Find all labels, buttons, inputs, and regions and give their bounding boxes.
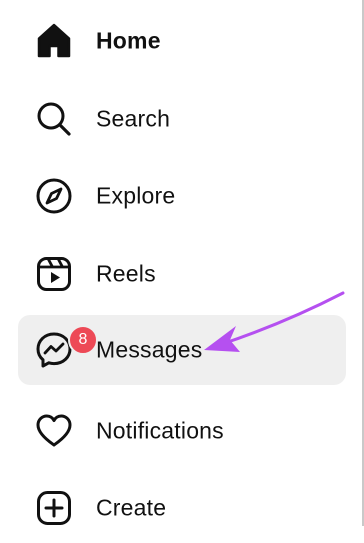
heart-icon xyxy=(34,411,74,451)
compass-icon xyxy=(34,176,74,216)
nav-item-label: Search xyxy=(96,105,171,132)
nav-item-label: Messages xyxy=(96,336,203,363)
nav-item-label: Create xyxy=(96,494,167,521)
reels-icon xyxy=(34,254,74,294)
nav-item-label: Notifications xyxy=(96,417,224,444)
annotation-arrow xyxy=(204,291,345,352)
nav-item-explore[interactable]: Explore xyxy=(18,161,346,231)
nav-item-search[interactable]: Search xyxy=(18,84,346,154)
notification-badge: 8 xyxy=(68,325,98,355)
home-icon xyxy=(34,21,74,61)
nav-item-notifications[interactable]: Notifications xyxy=(18,396,346,466)
plus-square-icon xyxy=(34,488,74,528)
search-icon xyxy=(34,99,74,139)
nav-item-label: Home xyxy=(96,27,161,54)
nav-item-label: Reels xyxy=(96,260,156,287)
nav-item-label: Explore xyxy=(96,182,176,209)
nav-item-create[interactable]: Create xyxy=(18,473,346,543)
nav-item-home[interactable]: Home xyxy=(18,6,346,76)
